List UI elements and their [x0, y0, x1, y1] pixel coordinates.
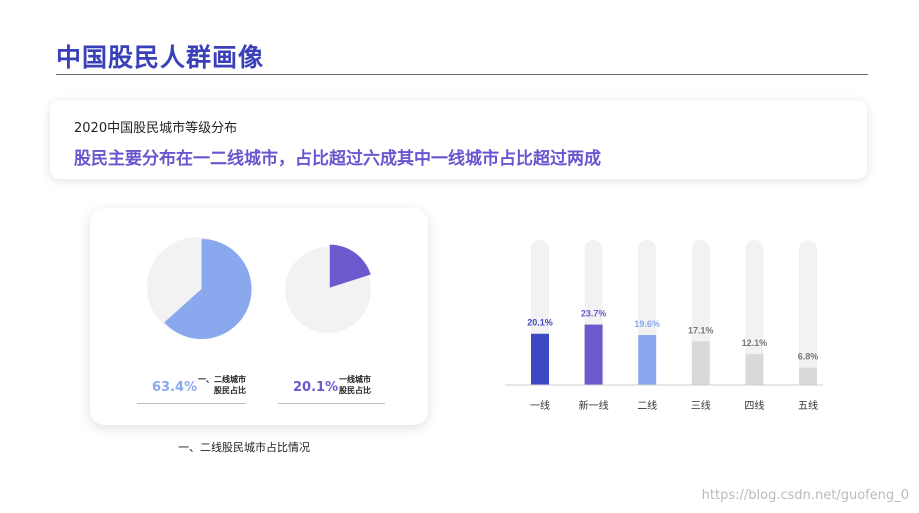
bar [799, 367, 817, 385]
pie-charts [147, 237, 371, 340]
pie-2-value: 20.1% [293, 380, 339, 395]
bar-track [799, 240, 817, 385]
page-title: 中国股民人群画像 [56, 43, 265, 72]
card-headline: 股民主要分布在一二线城市，占比超过六成其中一线城市占比超过两成 [74, 149, 601, 169]
pie-2-label-line1: 一线城市 [339, 375, 371, 384]
bar-value-label: 20.1% [527, 318, 553, 328]
x-tick-label: 一线 [530, 399, 550, 412]
bar [531, 333, 549, 385]
summary-card: 2020中国股民城市等级分布 股民主要分布在一二线城市，占比超过六成其中一线城市… [50, 100, 867, 179]
pie-1-label-line1: 一、二线城市 [198, 375, 246, 384]
card-subtitle: 2020中国股民城市等级分布 [74, 121, 238, 136]
pie-2-label: 一线城市 股民占比 [339, 374, 371, 396]
title-divider [56, 74, 868, 75]
pie-1-label-line2: 股民占比 [214, 386, 246, 395]
bar [638, 335, 657, 385]
pie-caption: 一、二线股民城市占比情况 [178, 441, 310, 454]
x-tick-label: 三线 [691, 399, 711, 412]
bar-value-label: 17.1% [688, 325, 714, 335]
bar-value-label: 19.6% [634, 319, 660, 329]
bar-value-label: 23.7% [581, 309, 607, 319]
watermark: https://blog.csdn.net/guofeng_0 [701, 488, 909, 503]
x-tick-label: 五线 [798, 399, 818, 412]
bar [584, 324, 603, 385]
bar [691, 341, 710, 385]
bar-value-label: 6.8% [798, 352, 819, 362]
pie-2-underline [278, 403, 385, 404]
bar [745, 354, 764, 385]
pie-card: 63.4% 一、二线城市 股民占比 20.1% 一线城市 股民占比 [90, 208, 428, 425]
pie-1-underline [137, 403, 246, 404]
pie-1-label: 一、二线城市 股民占比 [198, 374, 246, 396]
x-tick-label: 四线 [744, 399, 764, 412]
x-tick-label: 二线 [637, 399, 657, 412]
pie-1-value: 63.4% [152, 380, 198, 395]
pie-2-label-line2: 股民占比 [339, 386, 371, 395]
x-tick-label: 新一线 [579, 399, 609, 412]
bar-chart: 20.1% 一线 23.7% 新一线 19.6% 二线 17.1% 三线 12.1% 四线 6.8%… [505, 240, 823, 412]
bar-value-label: 12.1% [742, 338, 768, 348]
